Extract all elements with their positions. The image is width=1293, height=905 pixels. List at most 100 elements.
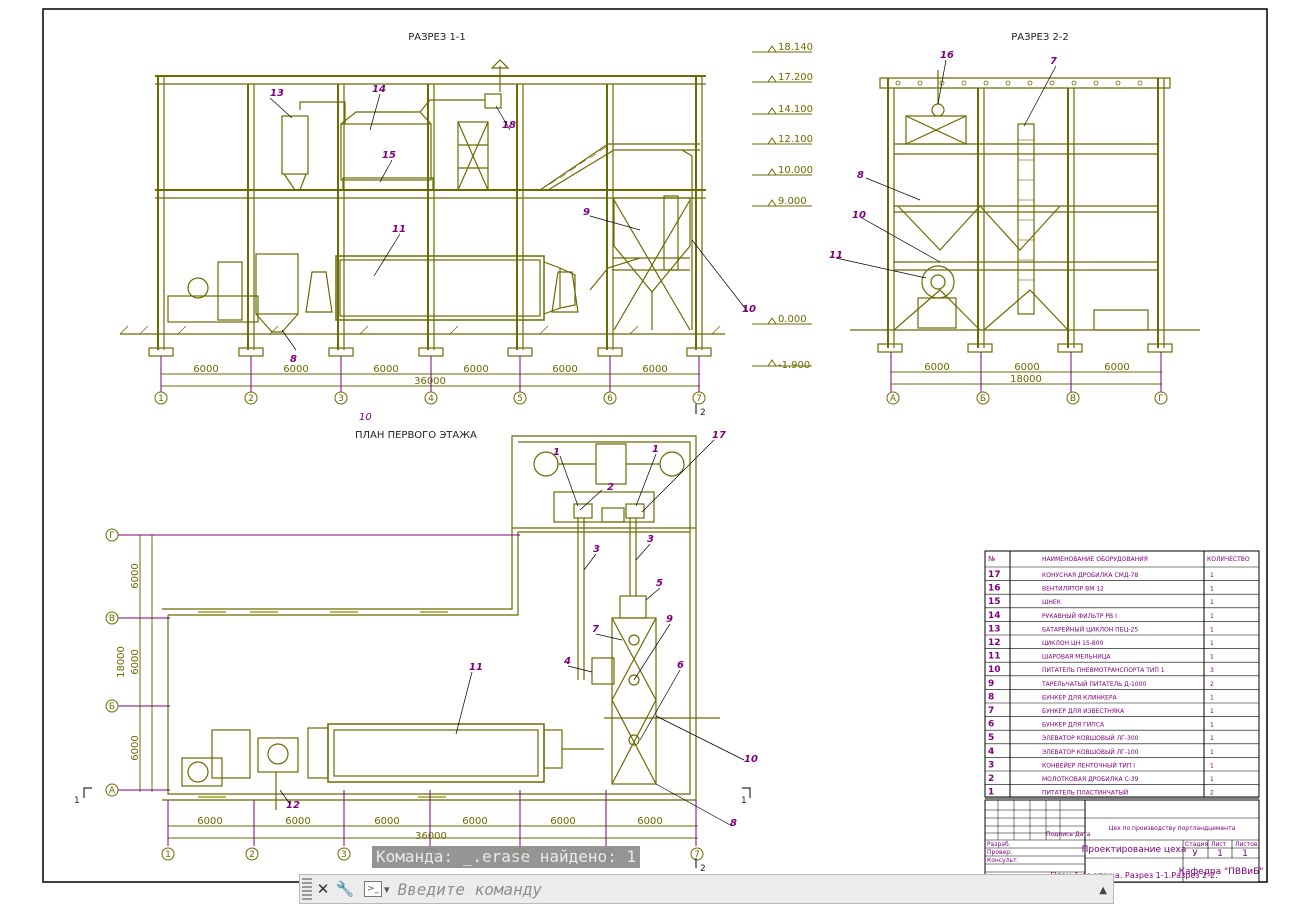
dim-22-2: 6000 xyxy=(1014,362,1039,373)
dim-11-2: 6000 xyxy=(283,364,308,375)
spec-header-name: НАИМЕНОВАНИЕ ОБОРУДОВАНИЯ xyxy=(1042,556,1148,563)
spec-row-qty: 1 xyxy=(1210,749,1214,756)
axis-22-B: Б xyxy=(980,394,986,404)
elev-4: 12.100 xyxy=(778,134,813,145)
spec-row-num: 8 xyxy=(988,692,994,702)
spec-row-num: 13 xyxy=(988,624,1001,634)
dim-11-6: 6000 xyxy=(642,364,667,375)
plan-axis-y-G: Г xyxy=(109,531,115,541)
plan-dim-1: 6000 xyxy=(197,816,222,827)
plan-dim-5: 6000 xyxy=(550,816,575,827)
axis-22-V: В xyxy=(1070,394,1076,404)
callout-5: 5 xyxy=(656,578,663,589)
spec-row-name: ШНЕК xyxy=(1042,599,1062,606)
spec-row-qty: 1 xyxy=(1210,735,1214,742)
spec-table xyxy=(984,550,1260,799)
cut-2b: 2 xyxy=(700,864,706,874)
spec-row-num: 9 xyxy=(988,679,994,689)
drawing-canvas[interactable]: РАЗРЕЗ 1-1 6000 6000 6000 6000 6000 6000… xyxy=(0,0,1293,905)
stamp-cols: Подпись Дата xyxy=(1046,831,1091,838)
cut-1a: 1 xyxy=(74,796,80,806)
spec-row-num: 1 xyxy=(988,788,994,798)
dim-11-5: 6000 xyxy=(552,364,577,375)
spec-header-num: № xyxy=(988,555,995,563)
stamp-sheet-h: Лист xyxy=(1211,841,1227,848)
spec-row-qty: 2 xyxy=(1210,681,1214,688)
stamp-sheet: 1 xyxy=(1217,849,1223,859)
wrench-icon[interactable]: 🔧 xyxy=(334,878,356,900)
spec-row-num: 16 xyxy=(988,584,1001,594)
callout-9b: 9 xyxy=(666,614,673,625)
axis-22-A: А xyxy=(890,394,897,404)
callout-9a: 9 xyxy=(583,207,590,218)
plan-axis-x-1: 1 xyxy=(165,850,171,860)
spec-row-num: 10 xyxy=(988,665,1001,675)
plan-axis-x-2: 2 xyxy=(249,850,255,860)
plan-axis-y-V: В xyxy=(109,614,115,624)
spec-row-num: 11 xyxy=(988,652,1001,662)
callout-8a: 8 xyxy=(290,354,297,365)
spec-row-qty: 1 xyxy=(1210,640,1214,647)
spec-row-qty: 1 xyxy=(1210,762,1214,769)
callout-11a: 11 xyxy=(392,224,406,235)
command-line: ✕ 🔧 >_ ▾ ▲ xyxy=(299,874,1114,904)
dim-22-3: 6000 xyxy=(1104,362,1129,373)
axis-11-6: 6 xyxy=(607,394,613,404)
command-input[interactable] xyxy=(395,878,1060,900)
axis-11-3: 3 xyxy=(338,394,344,404)
elev-2: 17.200 xyxy=(778,72,813,83)
dim-22-total: 18000 xyxy=(1010,374,1042,385)
callout-3b: 3 xyxy=(647,534,654,545)
callout-11c: 11 xyxy=(469,662,483,673)
spec-row-name: БУНКЕР ДЛЯ ГИПСА xyxy=(1042,722,1105,729)
spec-row-qty: 1 xyxy=(1210,654,1214,661)
dim-11-1: 6000 xyxy=(193,364,218,375)
stamp-sheets: 1 xyxy=(1242,849,1248,859)
callout-8b: 8 xyxy=(857,170,864,181)
plan-dim-2: 6000 xyxy=(285,816,310,827)
spec-row-num: 4 xyxy=(988,747,994,757)
spec-row-num: 14 xyxy=(988,611,1001,621)
plan-dim-y-total: 18000 xyxy=(116,646,127,678)
spec-row-qty: 1 xyxy=(1210,599,1214,606)
spec-row-name: МОЛОТКОВАЯ ДРОБИЛКА С-39 xyxy=(1042,776,1139,783)
axis-22-G: Г xyxy=(1158,394,1164,404)
dim-11-total: 36000 xyxy=(414,376,446,387)
spec-row-qty: 1 xyxy=(1210,572,1214,579)
callout-10a: 10 xyxy=(742,304,756,315)
spec-row-num: 5 xyxy=(988,733,994,743)
stamp-role-1: Разраб. xyxy=(987,841,1011,848)
plan-title: ПЛАН ПЕРВОГО ЭТАЖА xyxy=(355,430,477,441)
spec-row-qty: 1 xyxy=(1210,613,1214,620)
spec-row-num: 6 xyxy=(988,720,994,730)
callout-17: 17 xyxy=(712,430,726,441)
callout-8c: 8 xyxy=(730,818,737,829)
spec-row-name: БУНКЕР ДЛЯ КЛИНКЕРА xyxy=(1042,694,1118,701)
callout-15: 15 xyxy=(382,150,396,161)
spec-row-qty: 1 xyxy=(1210,722,1214,729)
command-prompt-icon[interactable]: >_ ▾ xyxy=(364,881,390,897)
stamp-role-2: Провер. xyxy=(987,849,1012,856)
chevron-down-icon: ▾ xyxy=(384,882,390,896)
axis-11-4: 4 xyxy=(428,394,434,404)
stamp-sheets-h: Листов xyxy=(1235,841,1258,848)
callout-14: 14 xyxy=(372,84,386,95)
callout-4: 4 xyxy=(563,656,571,667)
section-2-2-title: РАЗРЕЗ 2-2 xyxy=(1011,32,1069,43)
elev-3: 14.100 xyxy=(778,104,813,115)
elev-8: -1.900 xyxy=(778,360,810,371)
spec-row-qty: 1 xyxy=(1210,586,1214,593)
elev-5: 10.000 xyxy=(778,165,813,176)
spec-row-name: РУКАВНЫЙ ФИЛЬТР РВ I xyxy=(1042,613,1117,620)
callout-13: 13 xyxy=(270,88,284,99)
plan-dim-y-3: 6000 xyxy=(130,735,141,760)
spec-row-num: 12 xyxy=(988,638,1001,648)
close-icon[interactable]: ✕ xyxy=(312,878,334,900)
spec-row-name: БУНКЕР ДЛЯ ИЗВЕСТНЯКА xyxy=(1042,708,1125,715)
scroll-up-icon[interactable]: ▲ xyxy=(1099,885,1107,896)
drag-handle[interactable] xyxy=(302,878,312,900)
spec-row-num: 7 xyxy=(988,706,994,716)
stamp-stage: У xyxy=(1192,849,1198,859)
section-1-1-title: РАЗРЕЗ 1-1 xyxy=(408,32,466,43)
callout-7b: 7 xyxy=(592,624,599,635)
